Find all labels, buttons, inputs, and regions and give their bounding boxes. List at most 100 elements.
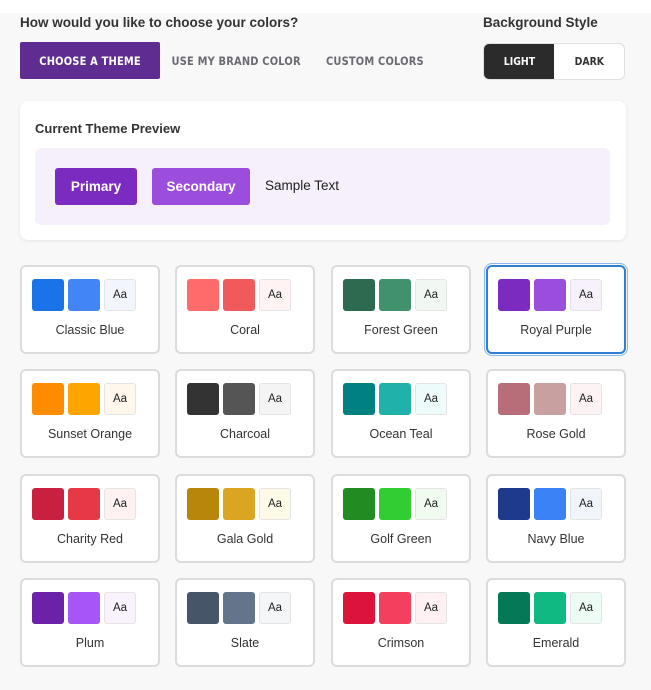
theme-card[interactable]: Aa Navy Blue: [486, 474, 626, 563]
theme-name: Classic Blue: [55, 323, 125, 337]
theme-grid: Aa Classic Blue Aa Coral Aa Forest Green Aa Roy…: [20, 263, 628, 667]
secondary-swatch: [223, 592, 255, 624]
text-swatch: Aa: [570, 279, 602, 311]
theme-card[interactable]: Aa Plum: [20, 578, 160, 667]
tab-brand-color[interactable]: USE MY BRAND COLOR: [160, 42, 312, 79]
secondary-swatch: [534, 279, 566, 311]
theme-name: Slate: [230, 636, 260, 650]
theme-name: Golf Green: [370, 532, 432, 546]
theme-name: Ocean Teal: [369, 427, 433, 441]
primary-swatch: [187, 383, 219, 415]
secondary-swatch: [223, 488, 255, 520]
theme-name: Plum: [75, 636, 105, 650]
primary-swatch: [498, 488, 530, 520]
theme-name: Navy Blue: [527, 532, 585, 546]
bg-option-dark[interactable]: DARK: [554, 44, 624, 79]
theme-name: Rose Gold: [526, 427, 586, 441]
theme-card[interactable]: Aa Ocean Teal: [331, 369, 471, 458]
theme-name: Royal Purple: [520, 323, 592, 337]
text-swatch: Aa: [259, 383, 291, 415]
preview-secondary-button: Secondary: [152, 168, 250, 205]
secondary-swatch: [223, 279, 255, 311]
theme-card[interactable]: Aa Coral: [175, 265, 315, 354]
primary-swatch: [498, 383, 530, 415]
theme-name: Crimson: [377, 636, 425, 650]
theme-name: Forest Green: [364, 323, 438, 337]
text-swatch: Aa: [259, 279, 291, 311]
theme-name: Emerald: [532, 636, 580, 650]
bg-option-light[interactable]: LIGHT: [484, 44, 554, 79]
theme-name: Sunset Orange: [47, 427, 133, 441]
background-style-title: Background Style: [483, 15, 598, 30]
text-swatch: Aa: [104, 383, 136, 415]
primary-swatch: [187, 592, 219, 624]
secondary-swatch: [379, 488, 411, 520]
theme-card[interactable]: Aa Emerald: [486, 578, 626, 667]
text-swatch: Aa: [570, 488, 602, 520]
theme-preview-card: Current Theme Preview Primary Secondary …: [20, 101, 626, 240]
text-swatch: Aa: [415, 279, 447, 311]
bg-option-label: DARK: [574, 55, 604, 68]
secondary-swatch: [534, 488, 566, 520]
primary-swatch: [32, 279, 64, 311]
theme-card[interactable]: Aa Classic Blue: [20, 265, 160, 354]
theme-name: Charcoal: [219, 427, 271, 441]
theme-card[interactable]: Aa Sunset Orange: [20, 369, 160, 458]
text-swatch: Aa: [104, 279, 136, 311]
text-swatch: Aa: [104, 488, 136, 520]
primary-swatch: [498, 592, 530, 624]
text-swatch: Aa: [415, 383, 447, 415]
secondary-swatch: [379, 279, 411, 311]
background-style-toggle: LIGHT DARK: [483, 43, 625, 80]
color-method-tabs: CHOOSE A THEME USE MY BRAND COLOR CUSTOM…: [20, 42, 438, 79]
text-swatch: Aa: [415, 592, 447, 624]
primary-swatch: [343, 592, 375, 624]
text-swatch: Aa: [259, 592, 291, 624]
theme-card[interactable]: Aa Royal Purple: [484, 263, 628, 356]
preview-primary-button: Primary: [55, 168, 137, 205]
primary-swatch: [498, 279, 530, 311]
theme-card[interactable]: Aa Slate: [175, 578, 315, 667]
color-method-question: How would you like to choose your colors…: [20, 15, 299, 30]
text-swatch: Aa: [570, 383, 602, 415]
preview-title: Current Theme Preview: [35, 121, 181, 136]
secondary-swatch: [223, 383, 255, 415]
bg-option-label: LIGHT: [503, 55, 535, 68]
text-swatch: Aa: [570, 592, 602, 624]
secondary-swatch: [68, 279, 100, 311]
theme-name: Coral: [230, 323, 260, 337]
tab-label: CUSTOM COLORS: [326, 53, 424, 68]
primary-swatch: [32, 383, 64, 415]
primary-swatch: [32, 488, 64, 520]
preview-box: Primary Secondary Sample Text: [35, 148, 610, 225]
secondary-swatch: [68, 488, 100, 520]
theme-card[interactable]: Aa Golf Green: [331, 474, 471, 563]
text-swatch: Aa: [104, 592, 136, 624]
text-swatch: Aa: [415, 488, 447, 520]
tab-label: CHOOSE A THEME: [39, 53, 141, 68]
theme-card[interactable]: Aa Charity Red: [20, 474, 160, 563]
theme-card[interactable]: Aa Crimson: [331, 578, 471, 667]
theme-card[interactable]: Aa Rose Gold: [486, 369, 626, 458]
secondary-swatch: [68, 383, 100, 415]
primary-swatch: [187, 488, 219, 520]
tab-choose-theme[interactable]: CHOOSE A THEME: [20, 42, 160, 79]
theme-card[interactable]: Aa Gala Gold: [175, 474, 315, 563]
primary-swatch: [343, 488, 375, 520]
tab-label: USE MY BRAND COLOR: [171, 53, 301, 68]
secondary-swatch: [379, 383, 411, 415]
secondary-swatch: [534, 383, 566, 415]
secondary-swatch: [534, 592, 566, 624]
theme-card[interactable]: Aa Charcoal: [175, 369, 315, 458]
text-swatch: Aa: [259, 488, 291, 520]
primary-swatch: [343, 279, 375, 311]
theme-name: Charity Red: [57, 532, 123, 546]
primary-swatch: [187, 279, 219, 311]
theme-card[interactable]: Aa Forest Green: [331, 265, 471, 354]
tab-custom-colors[interactable]: CUSTOM COLORS: [312, 42, 438, 79]
preview-sample-text: Sample Text: [265, 178, 340, 193]
secondary-swatch: [379, 592, 411, 624]
secondary-swatch: [68, 592, 100, 624]
top-strip: [0, 0, 651, 13]
theme-name: Gala Gold: [216, 532, 274, 546]
